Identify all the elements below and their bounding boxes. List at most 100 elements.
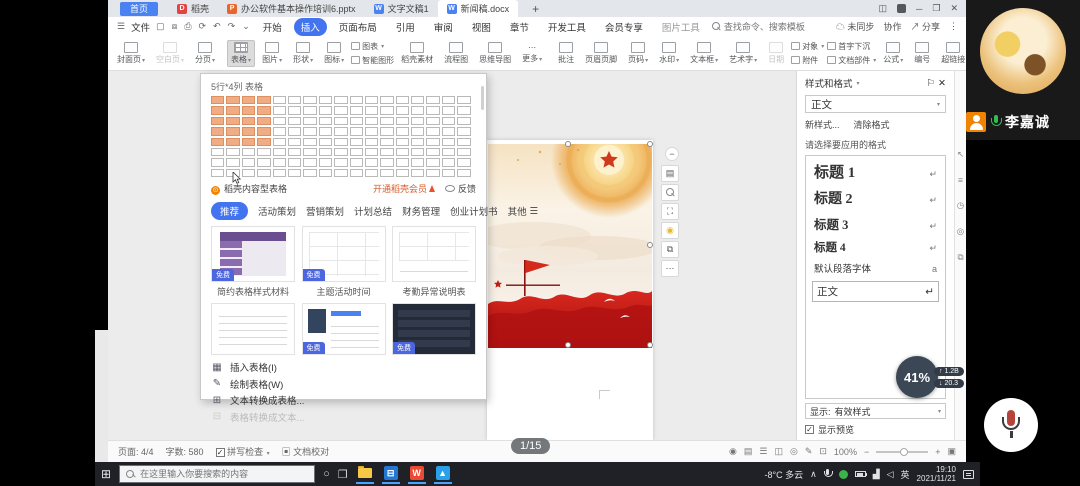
proofread-button[interactable]: ▣ 文档校对 [282,445,330,458]
home-tab[interactable]: 首页 [120,2,158,16]
draw-table-item[interactable]: ✎绘制表格(W) [211,376,476,393]
grid-cell[interactable] [380,138,393,146]
zoom-icon[interactable] [661,184,679,201]
grid-cell[interactable] [442,138,455,146]
style-heading2[interactable]: 标题 2↵ [806,185,945,211]
ribbon-textbox[interactable]: 文本框▾ [686,40,722,67]
ribbon-object[interactable]: 对象▾ [791,41,824,52]
preview-checkbox[interactable]: ✓ [805,425,814,434]
grid-cell[interactable] [457,148,470,156]
grid-cell[interactable] [257,158,270,166]
ribbon-mindmap[interactable]: 思维导图 [475,40,515,67]
grid-cell[interactable] [257,148,270,156]
duplicate-icon[interactable]: ⧉ [661,241,679,258]
grid-cell[interactable] [396,96,409,104]
grid-cell[interactable] [226,148,239,156]
maximize-icon[interactable]: ❐ [932,3,940,14]
ribbon-docer-assets[interactable]: 稻壳素材 [397,40,437,67]
zoom-in-icon[interactable]: + [935,447,940,457]
feedback-link[interactable]: 反馈 [445,182,476,195]
category-other[interactable]: 其他☰ [508,204,539,218]
taskbar-search[interactable] [119,465,315,483]
grid-cell[interactable] [226,138,239,146]
ribbon-page-break[interactable]: 分页▾ [191,40,219,67]
ribbon-more[interactable]: ⋯更多▾ [518,41,546,66]
grid-cell[interactable] [288,96,301,104]
grid-cell[interactable] [350,169,363,177]
grid-cell[interactable] [211,148,224,156]
style-body-text[interactable]: 正文↵ [812,281,939,302]
grid-cell[interactable] [319,138,332,146]
grid-cell[interactable] [334,138,347,146]
clock[interactable]: 19:10 2021/11/21 [917,465,956,483]
grid-cell[interactable] [288,106,301,114]
tab-dev-tools[interactable]: 开发工具 [541,18,593,36]
battery-icon[interactable] [855,471,866,477]
grid-cell[interactable] [457,169,470,177]
grid-cell[interactable] [442,158,455,166]
tab-references[interactable]: 引用 [389,18,422,36]
grid-cell[interactable] [257,138,270,146]
ribbon-flowchart[interactable]: 流程图 [440,40,472,67]
command-search[interactable] [712,22,820,32]
tab-pptx[interactable]: P 办公软件基本操作培训6.pptx [218,0,365,17]
grid-cell[interactable] [426,96,439,104]
grid-cell[interactable] [273,117,286,125]
grid-cell[interactable] [211,117,224,125]
grid-cell[interactable] [319,127,332,135]
file-explorer-button[interactable] [356,464,374,484]
grid-cell[interactable] [457,158,470,166]
grid-cell[interactable] [334,106,347,114]
grid-cell[interactable] [396,127,409,135]
grid-cell[interactable] [426,127,439,135]
grid-cell[interactable] [411,106,424,114]
tab-view[interactable]: 视图 [465,18,498,36]
grid-cell[interactable] [380,127,393,135]
grid-cell[interactable] [242,138,255,146]
grid-cell[interactable] [380,106,393,114]
template-card[interactable] [211,303,295,355]
grid-cell[interactable] [303,148,316,156]
grid-cell[interactable] [380,96,393,104]
grid-cell[interactable] [257,117,270,125]
grid-cell[interactable] [442,169,455,177]
insert-table-item[interactable]: ▦插入表格(I) [211,359,476,376]
grid-cell[interactable] [319,106,332,114]
selection-handle[interactable] [647,342,653,348]
member-link[interactable]: 开通稻壳会员 [373,182,435,195]
select-tool-icon[interactable]: ↖ [957,149,964,160]
grid-cell[interactable] [396,169,409,177]
grid-cell[interactable] [319,158,332,166]
cortana-icon[interactable]: ○ [323,468,330,480]
grid-cell[interactable] [273,158,286,166]
grid-cell[interactable] [226,158,239,166]
fullscreen-icon[interactable]: ▣ [947,446,956,457]
grid-cell[interactable] [411,127,424,135]
ribbon-attachment[interactable]: 附件 [791,55,824,66]
style-heading3[interactable]: 标题 3↵ [806,211,945,236]
grid-cell[interactable] [380,169,393,177]
grid-cell[interactable] [211,96,224,104]
docs-app-button[interactable]: ▲ [434,464,452,484]
page-view-icon[interactable]: ▤ [744,446,753,457]
wps-button[interactable]: W [408,464,426,484]
docer-table-link[interactable]: ⊙稻壳内容型表格 [211,182,287,195]
grid-cell[interactable] [411,138,424,146]
grid-cell[interactable] [288,127,301,135]
ribbon-cover-page[interactable]: 封面页▾ [113,40,149,67]
grid-cell[interactable] [350,117,363,125]
grid-cell[interactable] [442,117,455,125]
document-image[interactable] [488,144,652,348]
ribbon-watermark[interactable]: 水印▾ [655,40,683,67]
export-icon[interactable]: ⧈ [171,21,179,32]
tab-start[interactable]: 开始 [256,18,289,36]
grid-cell[interactable] [457,96,470,104]
grid-cell[interactable] [396,158,409,166]
word-count[interactable]: 字数: 580 [166,445,204,458]
grid-cell[interactable] [319,169,332,177]
help-icon[interactable]: ◎ [957,226,964,237]
template-card[interactable]: 免费 [302,303,386,355]
close-icon[interactable]: ✕ [950,3,958,14]
grid-cell[interactable] [303,158,316,166]
ribbon-wordart[interactable]: 艺术字▾ [725,40,761,67]
